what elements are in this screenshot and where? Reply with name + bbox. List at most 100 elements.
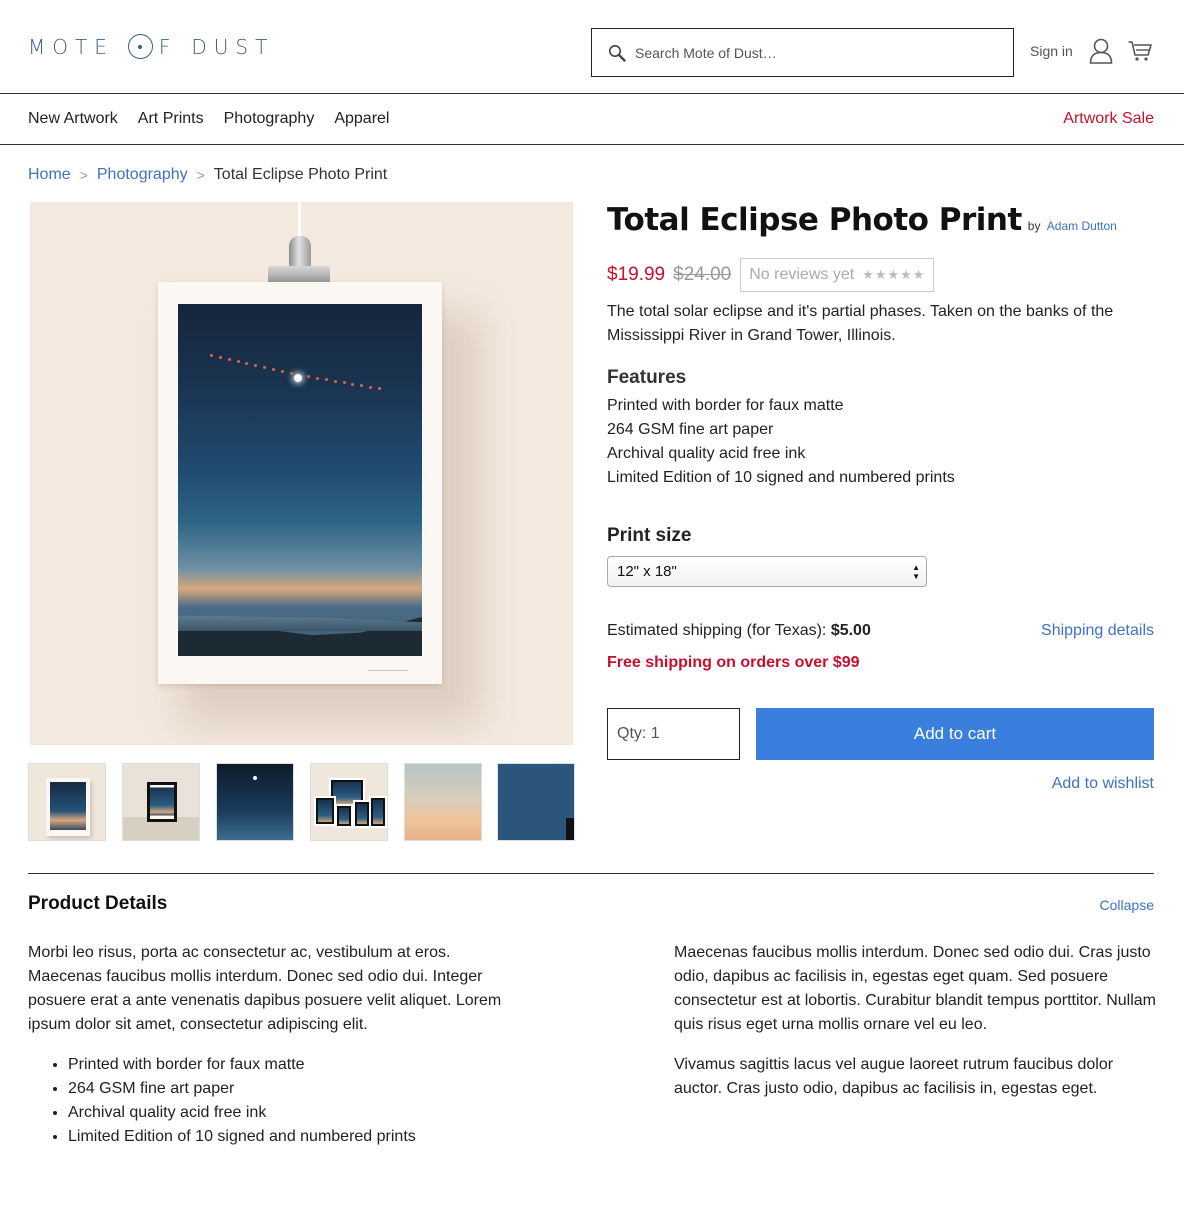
eclipse-phase-dot: [254, 364, 258, 368]
thumbnail-5[interactable]: [404, 763, 482, 841]
details-bullet: Printed with border for faux matte: [68, 1053, 416, 1077]
product-title-row: Total Eclipse Photo Print by Adam Dutton: [607, 202, 1117, 238]
byline-by: by: [1027, 219, 1041, 233]
details-bullet: Archival quality acid free ink: [68, 1101, 416, 1125]
section-divider: [28, 873, 1154, 874]
price-row: $19.99 $24.00 No reviews yet ★★★★★: [607, 258, 935, 292]
eclipse-phase-dot: [333, 379, 337, 383]
feature-item: Limited Edition of 10 signed and numbere…: [607, 469, 955, 486]
print-size-select[interactable]: 12" x 18" ▲ ▼: [607, 556, 927, 587]
thumbnail-2[interactable]: [122, 763, 200, 841]
logo-text-dust: DUST: [191, 34, 275, 59]
print-size-value: 12" x 18": [617, 563, 677, 580]
product-description: The total solar eclipse and it's partial…: [607, 303, 1114, 344]
nav-item-artwork-sale[interactable]: Artwork Sale: [1063, 110, 1154, 128]
eclipse-phase-dot: [271, 368, 275, 372]
eclipse-phase-dot: [342, 381, 346, 385]
eclipse-phase-dot: [236, 360, 240, 364]
breadcrumb: Home > Photography > Total Eclipse Photo…: [28, 166, 387, 184]
thumbnail-strip: [28, 763, 575, 841]
star-icon: ★: [912, 267, 926, 282]
eclipse-phase-dot: [307, 375, 311, 379]
breadcrumb-current: Total Eclipse Photo Print: [213, 166, 388, 183]
star-icon: ★: [862, 267, 875, 282]
star-icon: ★: [887, 267, 901, 282]
eclipse-phase-dot: [369, 385, 373, 389]
nav-item-art-prints[interactable]: Art Prints: [138, 110, 204, 128]
quantity-label: Qty:: [617, 725, 647, 742]
thumbnail-4[interactable]: [310, 763, 388, 841]
nav-item-new-artwork[interactable]: New Artwork: [28, 110, 118, 128]
product-details-heading: Product Details: [28, 893, 168, 914]
rating-stars: ★★★★★: [862, 267, 925, 283]
clip-handle: [289, 236, 311, 268]
details-bullet: 264 GSM fine art paper: [68, 1077, 416, 1101]
reviews-badge[interactable]: No reviews yet ★★★★★: [740, 258, 935, 292]
details-paragraph-left: Morbi leo risus, porta ac consectetur ac…: [28, 944, 502, 1033]
details-paragraph-right: Vivamus sagittis lacus vel augue laoreet…: [674, 1056, 1114, 1097]
nav-item-apparel[interactable]: Apparel: [334, 110, 389, 128]
details-paragraph-right: Maecenas faucibus mollis interdum. Donec…: [674, 944, 1156, 1033]
account-area: Sign in: [1030, 38, 1152, 64]
product-main-image[interactable]: [30, 202, 573, 745]
logo[interactable]: MOTE F DUST: [28, 34, 274, 59]
quantity-field[interactable]: Qty: 1: [607, 708, 740, 760]
star-icon: ★: [900, 267, 913, 282]
print-paper: [158, 282, 442, 684]
reviews-text: No reviews yet: [749, 266, 855, 283]
print-size-label: Print size: [607, 525, 692, 546]
eclipse-phase-dot: [263, 366, 267, 370]
sign-in-link[interactable]: Sign in: [1030, 43, 1073, 59]
breadcrumb-home[interactable]: Home: [28, 166, 71, 184]
breadcrumb-separator: >: [79, 167, 88, 183]
eclipse-sun: [294, 374, 302, 382]
features-list: Printed with border for faux matte 264 G…: [607, 394, 955, 490]
thumbnail-3[interactable]: [216, 763, 294, 841]
user-icon[interactable]: [1089, 38, 1113, 64]
logo-text-f: F: [158, 34, 178, 59]
eclipse-phase-dot: [351, 382, 355, 386]
feature-item: Printed with border for faux matte: [607, 397, 844, 414]
add-to-cart-button[interactable]: Add to cart: [756, 708, 1154, 760]
eclipse-phase-dot: [227, 358, 231, 362]
shipping-amount: $5.00: [830, 622, 871, 639]
eclipse-phase-dot: [324, 378, 328, 382]
add-to-wishlist-link[interactable]: Add to wishlist: [1052, 775, 1154, 793]
site-header: MOTE F DUST Sign in: [0, 0, 1184, 94]
eclipse-phase-dot: [218, 356, 222, 360]
product-title: Total Eclipse Photo Print: [607, 202, 1022, 238]
thumbnail-6[interactable]: [497, 763, 575, 841]
cart-icon[interactable]: [1128, 40, 1152, 62]
search-input[interactable]: [635, 44, 995, 61]
sale-price: $19.99: [607, 264, 666, 285]
nav-item-photography[interactable]: Photography: [224, 110, 315, 128]
breadcrumb-separator: >: [196, 167, 205, 183]
original-price: $24.00: [673, 264, 732, 285]
logo-text-mote: MOTE: [28, 34, 114, 59]
eclipse-phase-dot: [378, 387, 381, 390]
search-icon: [609, 44, 626, 62]
details-bullet-list: Printed with border for faux matte 264 G…: [68, 1053, 416, 1149]
eclipse-phase-dot: [210, 354, 213, 357]
eclipse-phase-dot: [245, 362, 249, 366]
eclipse-photo: [178, 304, 422, 656]
shipping-text: Estimated shipping (for Texas):: [607, 622, 827, 639]
shipping-details-link[interactable]: Shipping details: [1041, 622, 1154, 640]
details-bullet: Limited Edition of 10 signed and numbere…: [68, 1125, 416, 1149]
thumbnail-1[interactable]: [28, 763, 106, 841]
author-link[interactable]: Adam Dutton: [1047, 219, 1117, 233]
eclipse-phase-dot: [289, 371, 293, 375]
details-right-column: Maecenas faucibus mollis interdum. Donec…: [674, 941, 1158, 1101]
logo-dot-icon: [127, 34, 153, 59]
breadcrumb-photography[interactable]: Photography: [97, 166, 188, 184]
signature-line: [368, 670, 408, 671]
quantity-value: 1: [650, 725, 660, 742]
collapse-link[interactable]: Collapse: [1100, 897, 1154, 913]
shipping-estimate: Estimated shipping (for Texas): $5.00: [607, 622, 871, 640]
main-nav: New Artwork Art Prints Photography Appar…: [0, 94, 1184, 145]
eclipse-phase-dot: [360, 384, 364, 388]
byline: by Adam Dutton: [1028, 219, 1117, 233]
feature-item: Archival quality acid free ink: [607, 445, 806, 462]
search-box[interactable]: [591, 28, 1014, 77]
features-heading: Features: [607, 367, 687, 388]
